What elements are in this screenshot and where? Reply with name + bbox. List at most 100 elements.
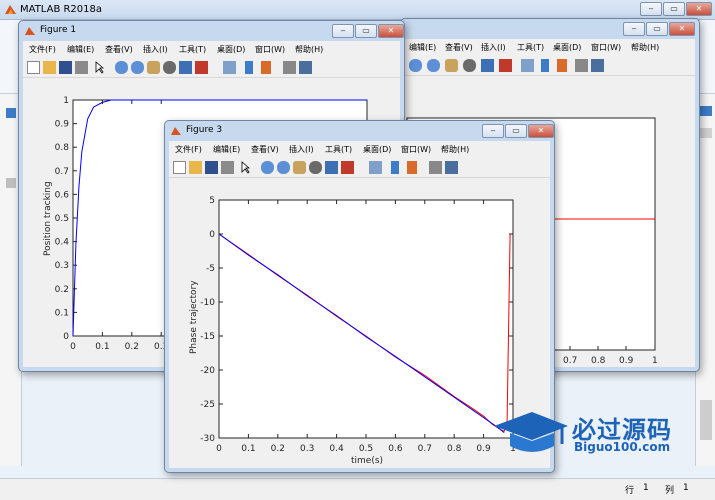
hide-tools-icon[interactable] — [283, 61, 296, 74]
brush-icon[interactable] — [195, 61, 208, 74]
x-tick-label: 0.9 — [619, 356, 634, 366]
print-icon[interactable] — [75, 61, 88, 74]
menu-window[interactable]: 窗口(W) — [255, 44, 285, 55]
menu-file[interactable]: 文件(F) — [175, 144, 202, 155]
save-icon[interactable] — [205, 161, 218, 174]
figure3-toolbar — [169, 158, 550, 178]
menu-view[interactable]: 查看(V) — [445, 42, 473, 53]
save-icon[interactable] — [59, 61, 72, 74]
minimize-button[interactable]: ‒ — [640, 2, 662, 16]
legend-icon[interactable] — [261, 61, 271, 74]
status-bar: 行 1 列 1 — [0, 478, 715, 500]
menu-view[interactable]: 查看(V) — [105, 44, 133, 55]
rotate-icon[interactable] — [163, 61, 176, 74]
open-file-icon[interactable] — [43, 61, 56, 74]
zoom-out-icon[interactable] — [277, 161, 290, 174]
pointer-icon[interactable] — [95, 61, 105, 74]
menu-help[interactable]: 帮助(H) — [631, 42, 659, 53]
pan-icon[interactable] — [293, 161, 306, 174]
menu-tools[interactable]: 工具(T) — [179, 44, 206, 55]
print-icon[interactable] — [221, 161, 234, 174]
menu-desktop[interactable]: 桌面(D) — [217, 44, 245, 55]
hide-tools-icon[interactable] — [429, 161, 442, 174]
show-tools-icon[interactable] — [591, 59, 604, 72]
colorbar-icon[interactable] — [391, 161, 399, 174]
minimize-button[interactable]: ‒ — [482, 124, 504, 138]
x-tick-label: 0.3 — [300, 444, 314, 454]
workspace-icon — [700, 106, 712, 116]
pan-icon[interactable] — [445, 59, 458, 72]
figure1-title-bar[interactable]: Figure 1 ‒ ▭ ✕ — [19, 21, 404, 41]
close-button[interactable]: ✕ — [528, 124, 554, 138]
rotate-icon[interactable] — [309, 161, 322, 174]
close-button[interactable]: ✕ — [686, 2, 712, 16]
menu-edit[interactable]: 编辑(E) — [213, 144, 240, 155]
back-figure-menu-bar: 编辑(E) 查看(V) 插入(I) 工具(T) 桌面(D) 窗口(W) 帮助(H… — [405, 39, 695, 56]
menu-insert[interactable]: 插入(I) — [481, 42, 506, 53]
figure1-toolbar — [23, 58, 400, 78]
figure3-ylabel: Phase trajectory — [189, 280, 199, 354]
menu-insert[interactable]: 插入(I) — [143, 44, 168, 55]
menu-edit[interactable]: 编辑(E) — [409, 42, 436, 53]
data-cursor-icon[interactable] — [481, 59, 494, 72]
zoom-out-icon[interactable] — [427, 59, 440, 72]
zoom-in-icon[interactable] — [409, 59, 422, 72]
legend-icon[interactable] — [557, 59, 567, 72]
menu-tools[interactable]: 工具(T) — [517, 42, 544, 53]
menu-desktop[interactable]: 桌面(D) — [363, 144, 391, 155]
figure1-title: Figure 1 — [40, 25, 77, 35]
folder-icon — [6, 108, 16, 118]
figure3-title-bar[interactable]: Figure 3 ‒ ▭ ✕ — [165, 121, 554, 141]
zoom-in-icon[interactable] — [261, 161, 274, 174]
data-cursor-icon[interactable] — [325, 161, 338, 174]
maximize-button[interactable]: ▭ — [663, 2, 685, 16]
link-plot-icon[interactable] — [521, 59, 534, 72]
menu-tools[interactable]: 工具(T) — [325, 144, 352, 155]
rotate-icon[interactable] — [463, 59, 476, 72]
link-plot-icon[interactable] — [369, 161, 382, 174]
y-tick-label: -10 — [200, 298, 215, 308]
link-plot-icon[interactable] — [223, 61, 236, 74]
minimize-button[interactable]: ‒ — [332, 24, 354, 38]
menu-help[interactable]: 帮助(H) — [441, 144, 469, 155]
main-title-bar[interactable]: MATLAB R2018a ‒ ▭ ✕ — [0, 0, 715, 20]
brush-icon[interactable] — [499, 59, 512, 72]
maximize-button[interactable]: ▭ — [646, 22, 668, 36]
menu-file[interactable]: 文件(F) — [29, 44, 56, 55]
y-tick-label: 0 — [209, 230, 215, 240]
menu-insert[interactable]: 插入(I) — [289, 144, 314, 155]
maximize-button[interactable]: ▭ — [355, 24, 377, 38]
colorbar-icon[interactable] — [541, 59, 549, 72]
hide-tools-icon[interactable] — [575, 59, 588, 72]
data-cursor-icon[interactable] — [179, 61, 192, 74]
zoom-in-icon[interactable] — [115, 61, 128, 74]
status-row-value: 1 — [643, 483, 649, 493]
menu-edit[interactable]: 编辑(E) — [67, 44, 94, 55]
minimize-button[interactable]: ‒ — [623, 22, 645, 36]
y-tick-label: 0.9 — [55, 120, 70, 130]
open-file-icon[interactable] — [189, 161, 202, 174]
menu-desktop[interactable]: 桌面(D) — [553, 42, 581, 53]
pointer-icon[interactable] — [241, 161, 251, 174]
show-tools-icon[interactable] — [445, 161, 458, 174]
menu-help[interactable]: 帮助(H) — [295, 44, 323, 55]
close-button[interactable]: ✕ — [669, 22, 695, 36]
new-figure-icon[interactable] — [27, 61, 40, 74]
close-button[interactable]: ✕ — [378, 24, 404, 38]
back-figure-title-bar[interactable]: ‒ ▭ ✕ — [401, 19, 699, 39]
legend-icon[interactable] — [407, 161, 417, 174]
show-tools-icon[interactable] — [299, 61, 312, 74]
zoom-out-icon[interactable] — [131, 61, 144, 74]
maximize-button[interactable]: ▭ — [505, 124, 527, 138]
matlab-figure-icon — [25, 27, 35, 35]
figure1-ylabel: Position tracking — [43, 181, 53, 256]
colorbar-icon[interactable] — [245, 61, 253, 74]
y-tick-label: -20 — [200, 366, 215, 376]
menu-view[interactable]: 查看(V) — [251, 144, 279, 155]
pan-icon[interactable] — [147, 61, 160, 74]
new-figure-icon[interactable] — [173, 161, 186, 174]
scrollbar-thumb[interactable] — [700, 400, 712, 440]
menu-window[interactable]: 窗口(W) — [591, 42, 621, 53]
brush-icon[interactable] — [341, 161, 354, 174]
menu-window[interactable]: 窗口(W) — [401, 144, 431, 155]
